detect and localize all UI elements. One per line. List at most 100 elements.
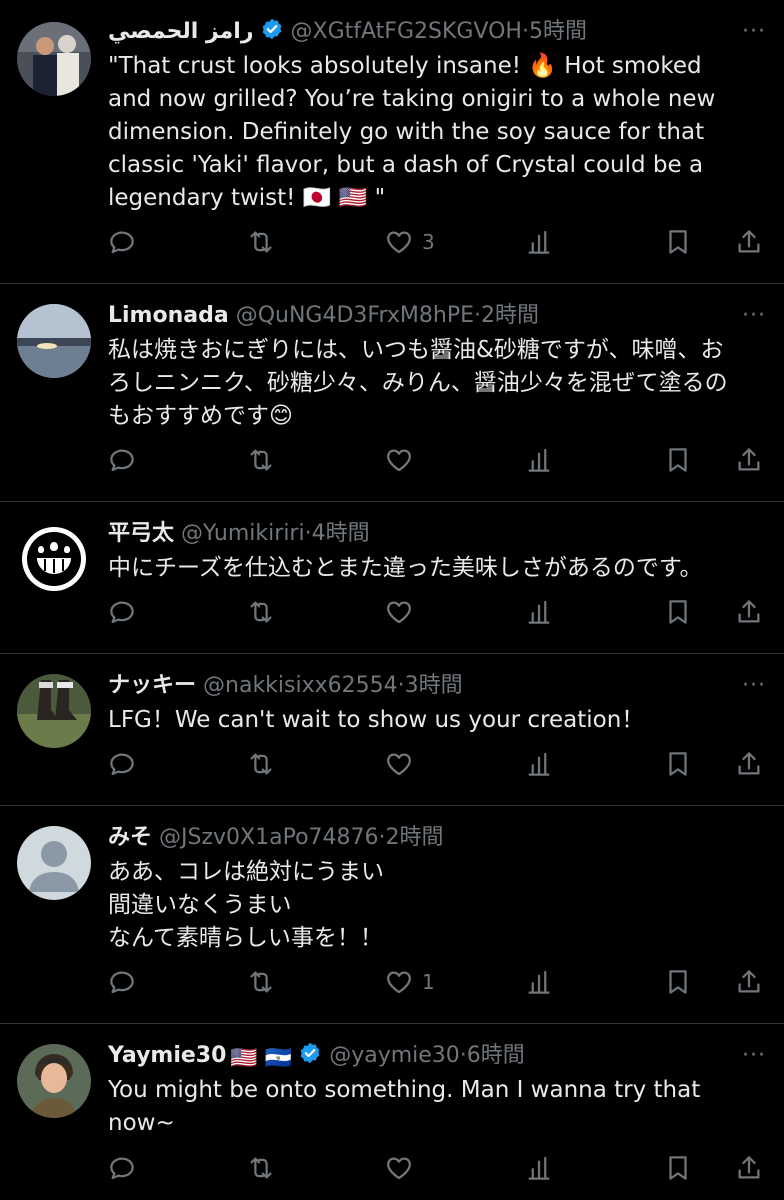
reply-button[interactable] — [107, 744, 137, 784]
timestamp[interactable]: 4時間 — [312, 521, 370, 546]
share-icon — [734, 445, 764, 475]
avatar[interactable] — [17, 674, 91, 748]
retweet-icon — [246, 597, 276, 627]
share-button[interactable] — [734, 744, 764, 784]
views-icon — [524, 445, 554, 475]
views-button[interactable] — [524, 1148, 554, 1188]
reply-feed: رامز الحمصي @XGtfAtFG2SKGVOH · 5時間 ··· "Th… — [0, 0, 784, 1200]
views-button[interactable] — [524, 744, 554, 784]
share-button[interactable] — [734, 222, 764, 262]
action-bar: 3 — [0, 222, 784, 262]
bookmark-icon — [663, 1153, 693, 1183]
retweet-button[interactable] — [246, 592, 276, 632]
reply-tweet[interactable]: ナッキー @nakkisixx62554·3時間 ··· LFG！We can'… — [0, 654, 784, 806]
avatar[interactable] — [17, 1044, 91, 1118]
reply-icon — [107, 749, 137, 779]
bookmark-icon — [663, 967, 693, 997]
like-count: 3 — [422, 230, 435, 254]
like-icon — [384, 967, 414, 997]
action-bar — [0, 744, 784, 784]
like-button[interactable] — [384, 440, 422, 480]
like-button[interactable]: 3 — [384, 222, 435, 262]
like-count: 1 — [422, 970, 435, 994]
like-button[interactable] — [384, 592, 422, 632]
like-button[interactable] — [384, 1148, 422, 1188]
bookmark-button[interactable] — [663, 592, 693, 632]
more-icon[interactable]: ··· — [742, 1038, 766, 1074]
reply-icon — [107, 967, 137, 997]
display-name[interactable]: رامز الحمصي — [108, 19, 254, 44]
avatar[interactable] — [17, 522, 91, 596]
retweet-button[interactable] — [246, 440, 276, 480]
verified-badge-icon — [260, 17, 284, 41]
share-button[interactable] — [734, 592, 764, 632]
bookmark-button[interactable] — [663, 744, 693, 784]
display-name[interactable]: Yaymie30 — [108, 1043, 226, 1068]
dot-separator: · — [459, 1043, 467, 1068]
reply-button[interactable] — [107, 1148, 137, 1188]
retweet-button[interactable] — [246, 1148, 276, 1188]
bookmark-button[interactable] — [663, 222, 693, 262]
timestamp[interactable]: 5時間 — [529, 19, 587, 44]
like-button[interactable]: 1 — [384, 962, 435, 1002]
retweet-button[interactable] — [246, 962, 276, 1002]
views-button[interactable] — [524, 592, 554, 632]
more-icon[interactable]: ··· — [742, 668, 766, 704]
more-icon[interactable]: ··· — [742, 298, 766, 334]
bookmark-icon — [663, 749, 693, 779]
reply-button[interactable] — [107, 962, 137, 1002]
reply-tweet[interactable]: رامز الحمصي @XGtfAtFG2SKGVOH·5時間 ··· "Th… — [0, 0, 784, 284]
reply-button[interactable] — [107, 222, 137, 262]
share-button[interactable] — [734, 440, 764, 480]
display-name[interactable]: 平弓太 — [108, 521, 174, 546]
reply-tweet[interactable]: みそ @JSzv0X1aPo74876·2時間 ああ、コレは絶対にうまい 間違い… — [0, 806, 784, 1024]
timestamp[interactable]: 6時間 — [467, 1043, 525, 1068]
retweet-button[interactable] — [246, 744, 276, 784]
share-button[interactable] — [734, 1148, 764, 1188]
bookmark-icon — [663, 445, 693, 475]
dot-separator: · — [304, 521, 312, 546]
timestamp[interactable]: 3時間 — [405, 673, 463, 698]
reply-button[interactable] — [107, 440, 137, 480]
handle[interactable]: @Yumikiriri — [181, 521, 305, 546]
handle[interactable]: @nakkisixx62554 — [203, 673, 398, 698]
dot-separator: · — [378, 825, 386, 850]
views-button[interactable] — [524, 440, 554, 480]
share-icon — [734, 967, 764, 997]
handle[interactable]: @XGtfAtFG2SKGVOH — [291, 19, 522, 44]
name-flags: 🇺🇸 🇸🇻 — [230, 1046, 293, 1071]
reply-tweet[interactable]: Limonada @QuNG4D3FrxM8hPE·2時間 ··· 私は焼きおに… — [0, 284, 784, 502]
like-icon — [384, 597, 414, 627]
timestamp[interactable]: 2時間 — [386, 825, 444, 850]
retweet-icon — [246, 749, 276, 779]
display-name[interactable]: みそ — [108, 825, 152, 850]
tweet-header: ナッキー @nakkisixx62554·3時間 — [108, 668, 724, 704]
tweet-header: Limonada @QuNG4D3FrxM8hPE·2時間 — [108, 298, 724, 334]
like-button[interactable] — [384, 744, 422, 784]
handle[interactable]: @yaymie30 — [329, 1043, 460, 1068]
bookmark-button[interactable] — [663, 962, 693, 1002]
reply-tweet[interactable]: Yaymie30 🇺🇸 🇸🇻 @yaymie30·6時間 ··· You migh… — [0, 1024, 784, 1200]
tweet-text: "That crust looks absolutely insane! 🔥 H… — [108, 53, 716, 211]
retweet-button[interactable] — [246, 222, 276, 262]
like-icon — [384, 1153, 414, 1183]
views-button[interactable] — [524, 962, 554, 1002]
more-icon[interactable]: ··· — [742, 14, 766, 50]
avatar[interactable] — [17, 22, 91, 96]
share-button[interactable] — [734, 962, 764, 1002]
avatar[interactable] — [17, 826, 91, 900]
avatar[interactable] — [17, 304, 91, 378]
bookmark-button[interactable] — [663, 1148, 693, 1188]
tweet-text: LFG！We can't wait to show us your creati… — [108, 707, 645, 733]
tweet-text: You might be onto something. Man I wanna… — [108, 1077, 701, 1136]
display-name[interactable]: ナッキー — [108, 673, 196, 698]
timestamp[interactable]: 2時間 — [481, 303, 539, 328]
display-name[interactable]: Limonada — [108, 303, 229, 328]
tweet-header: みそ @JSzv0X1aPo74876·2時間 — [108, 820, 724, 856]
reply-tweet[interactable]: 平弓太 @Yumikiriri·4時間 中にチーズを仕込むとまた違った美味しさが… — [0, 502, 784, 654]
views-button[interactable] — [524, 222, 554, 262]
reply-button[interactable] — [107, 592, 137, 632]
bookmark-button[interactable] — [663, 440, 693, 480]
handle[interactable]: @JSzv0X1aPo74876 — [159, 825, 379, 850]
handle[interactable]: @QuNG4D3FrxM8hPE — [236, 303, 474, 328]
